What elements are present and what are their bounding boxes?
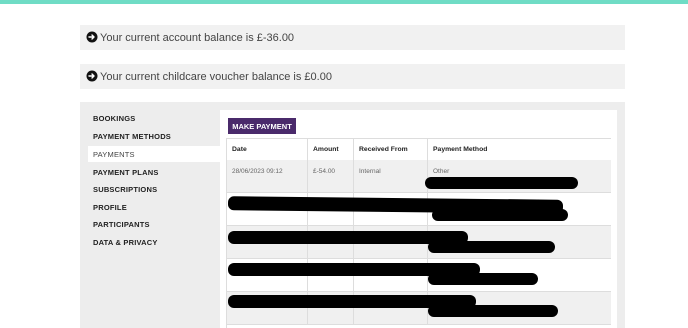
header-date: Date [227,139,308,161]
cell-amount: £-54.00 [308,160,354,192]
header-amount: Amount [308,139,354,161]
sidebar-item-payment-plans[interactable]: PAYMENT PLANS [88,164,220,180]
voucher-balance-text: Your current childcare voucher balance i… [100,70,332,83]
redaction-mark [425,177,578,189]
sidebar-item-subscriptions[interactable]: SUBSCRIPTIONS [88,181,220,197]
arrow-circle-right-icon [86,31,98,43]
sidebar-item-payment-methods[interactable]: PAYMENT METHODS [88,128,220,144]
voucher-balance-notice: Your current childcare voucher balance i… [80,64,625,89]
sidebar-item-bookings[interactable]: BOOKINGS [88,110,220,126]
redaction-mark [432,209,568,221]
table-header-row: Date Amount Received From Payment Method [227,138,611,162]
sidebar-item-participants[interactable]: PARTICIPANTS [88,216,220,232]
sidebar-item-data-privacy[interactable]: DATA & PRIVACY [88,234,220,250]
redaction-mark [428,305,558,317]
redaction-mark [428,241,555,253]
sidebar-item-profile[interactable]: PROFILE [88,199,220,215]
cell-received-from: Internal [354,160,428,192]
redaction-mark [428,273,538,285]
cell-date: 28/06/2023 09:12 [227,160,308,192]
account-balance-text: Your current account balance is £-36.00 [100,31,295,44]
make-payment-button[interactable]: MAKE PAYMENT [228,118,296,134]
header-payment-method: Payment Method [433,146,488,153]
header-received-from: Received From [354,139,428,161]
top-accent-bar [0,0,688,4]
sidebar-item-payments[interactable]: PAYMENTS [88,146,220,162]
account-balance-notice: Your current account balance is £-36.00 [80,25,625,50]
arrow-circle-right-icon [86,70,98,82]
